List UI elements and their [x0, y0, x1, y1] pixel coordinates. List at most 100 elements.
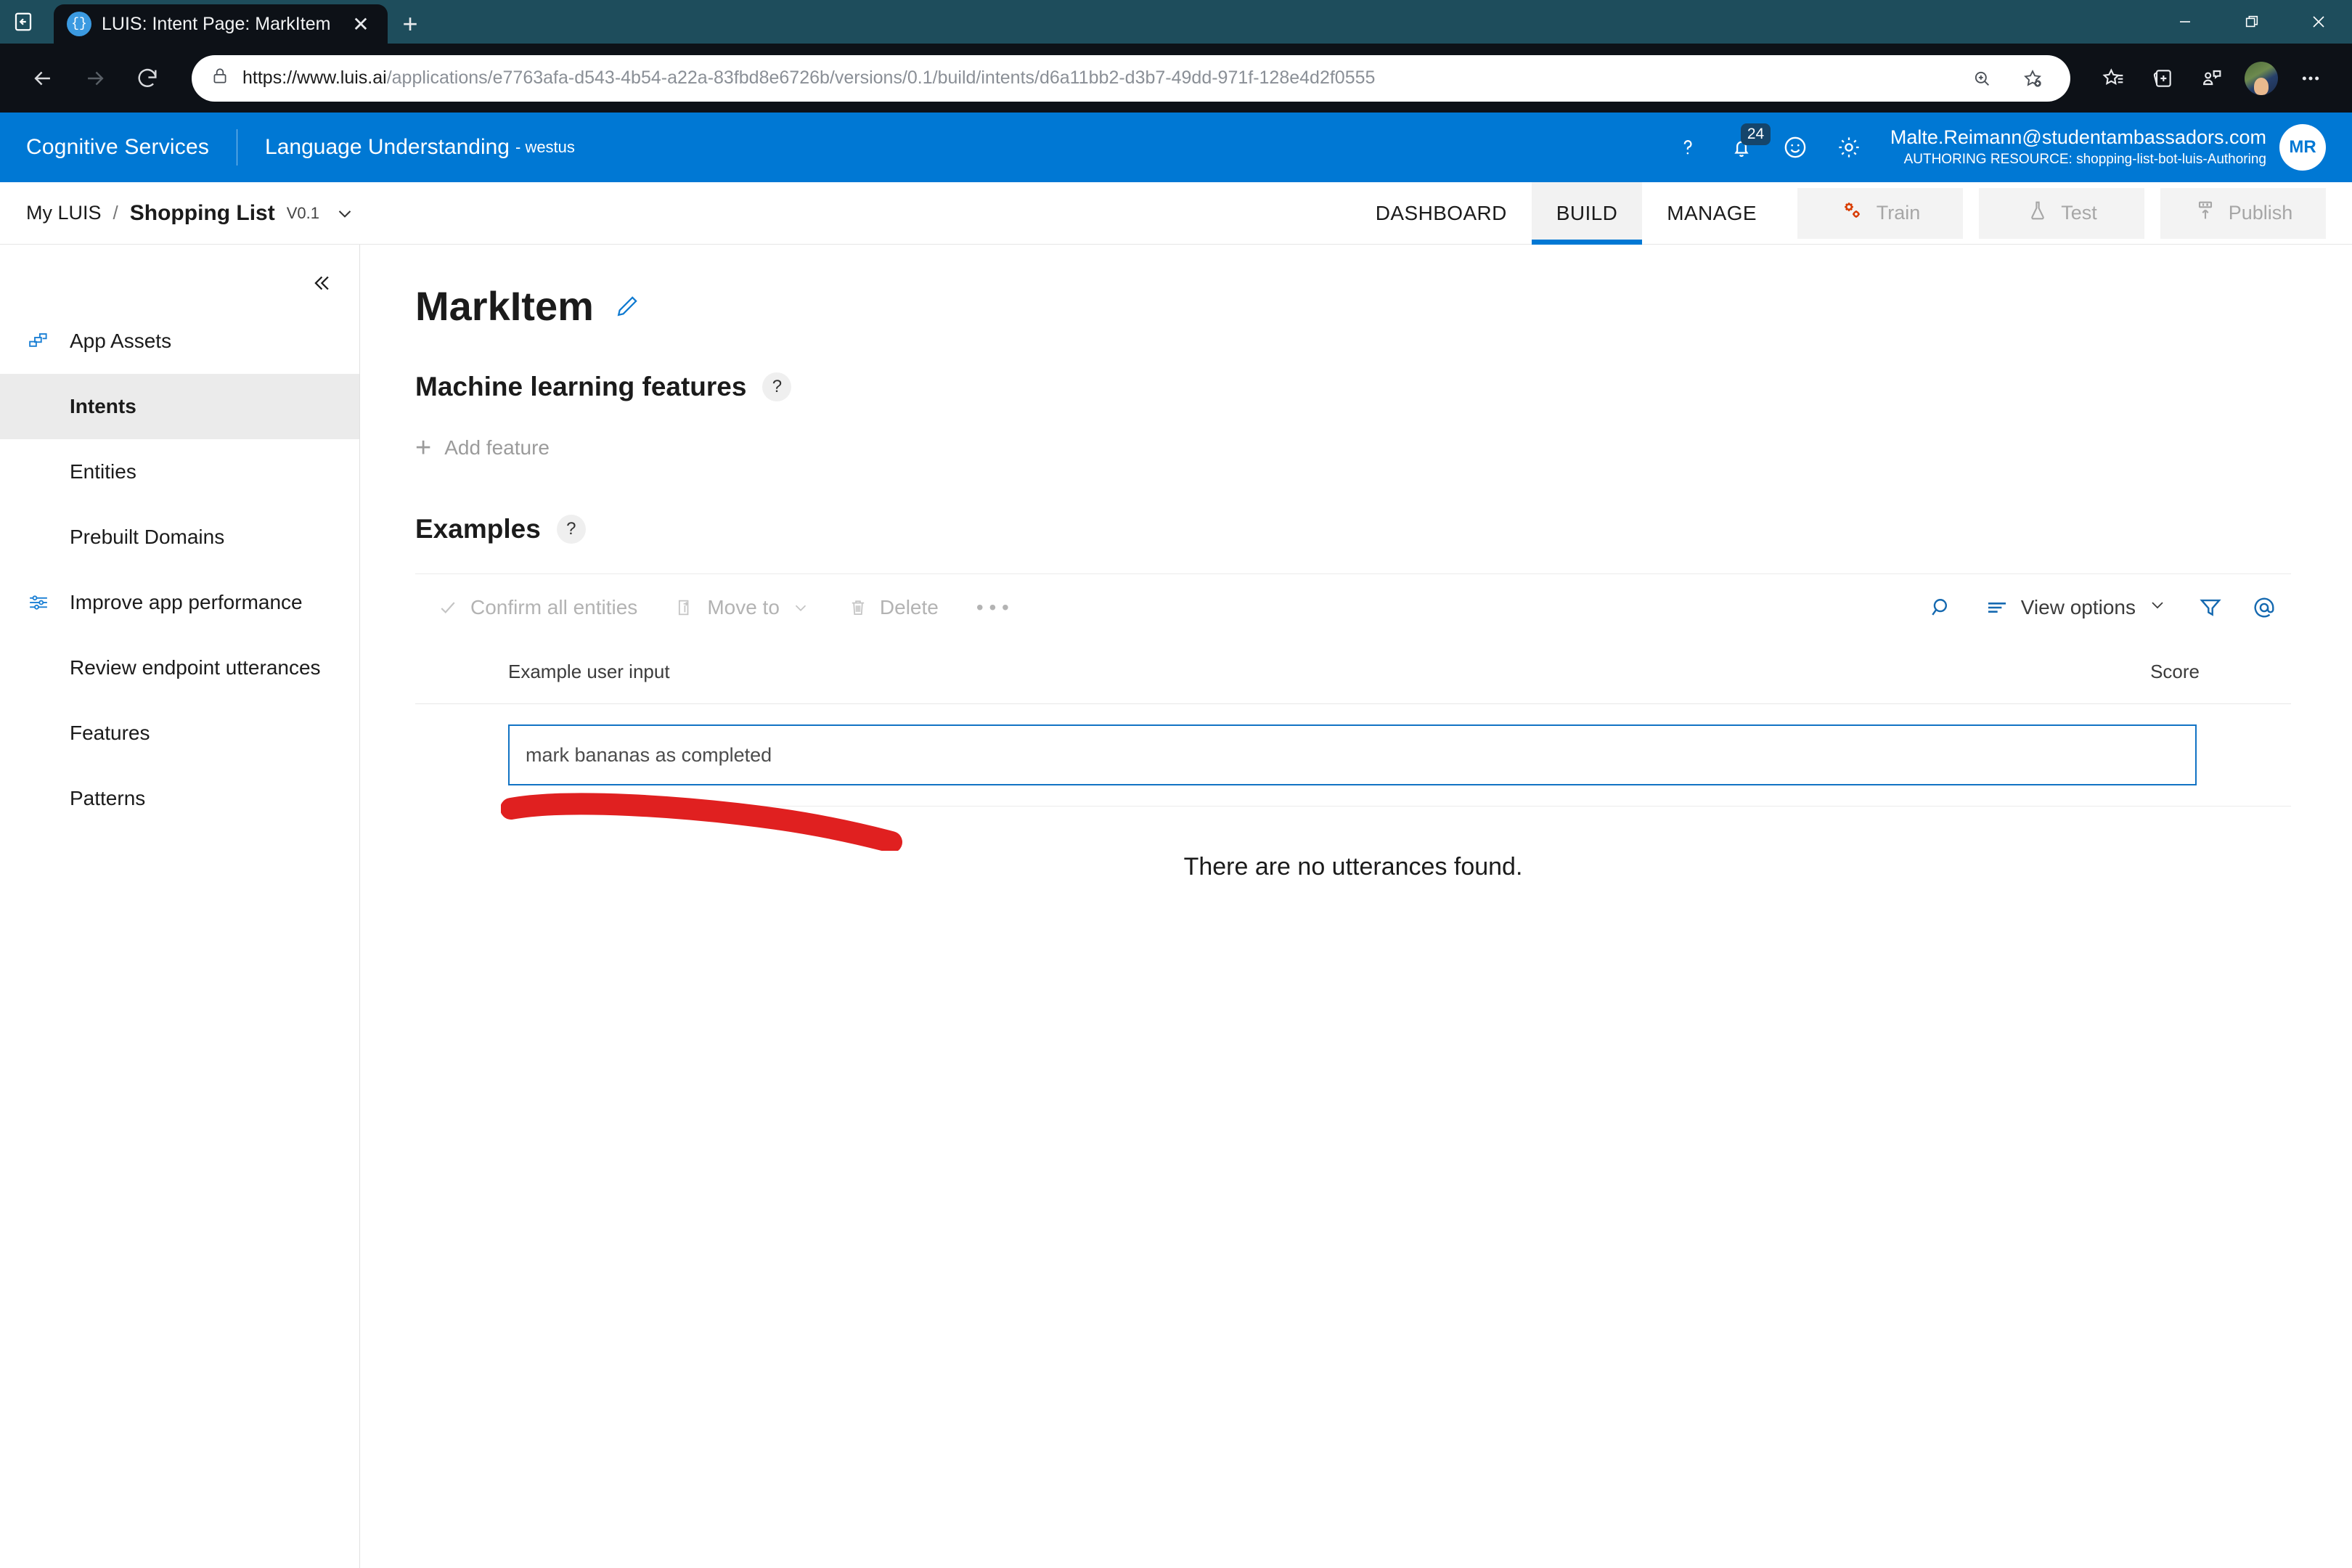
- tab-build[interactable]: BUILD: [1532, 182, 1642, 245]
- search-icon[interactable]: [1915, 581, 1969, 634]
- region-label: - westus: [515, 138, 575, 157]
- product-name[interactable]: Language Understanding: [265, 135, 510, 160]
- train-gears-icon: [1840, 198, 1865, 228]
- publish-button[interactable]: Publish: [2160, 188, 2326, 239]
- sidebar-item-improve-app-performance[interactable]: Improve app performance: [0, 570, 359, 635]
- close-icon[interactable]: ✕: [347, 10, 375, 38]
- sidebar-item-label: Features: [70, 722, 150, 745]
- new-tab-button[interactable]: +: [388, 4, 433, 44]
- url-host: https://www.luis.ai: [242, 68, 387, 88]
- move-to-button[interactable]: Move to: [656, 574, 829, 641]
- cognitive-services-link[interactable]: Cognitive Services: [26, 135, 209, 160]
- new-utterance-input[interactable]: [508, 724, 2197, 785]
- account-email: Malte.Reimann@studentambassadors.com: [1890, 126, 2266, 150]
- notification-count-badge: 24: [1741, 123, 1771, 145]
- url-path: /applications/e7763afa-d543-4b54-a22a-83…: [387, 68, 1376, 88]
- sidebar-collapse-row: [0, 258, 359, 309]
- sidebar-item-features[interactable]: Features: [0, 701, 359, 766]
- help-icon[interactable]: ?: [557, 515, 586, 544]
- sidebar-item-prebuilt-domains[interactable]: Prebuilt Domains: [0, 505, 359, 570]
- test-flask-icon: [2026, 199, 2049, 227]
- restore-icon[interactable]: [2218, 0, 2285, 44]
- ml-features-title: Machine learning features: [415, 372, 746, 402]
- examples-command-bar: Confirm all entities Move to: [415, 573, 2291, 640]
- more-options-button[interactable]: • • •: [957, 574, 1028, 641]
- settings-and-more-icon[interactable]: [2288, 56, 2333, 101]
- collections-icon[interactable]: [2140, 56, 2185, 101]
- smiley-icon[interactable]: [1768, 121, 1822, 174]
- new-utterance-row: [415, 704, 2291, 807]
- checkmark-icon: [437, 597, 459, 618]
- sidebar-item-app-assets[interactable]: App Assets: [0, 309, 359, 374]
- avatar[interactable]: MR: [2279, 124, 2326, 171]
- pencil-icon[interactable]: [614, 293, 640, 319]
- test-button[interactable]: Test: [1979, 188, 2144, 239]
- train-label: Train: [1877, 202, 1921, 224]
- move-to-icon: [675, 597, 695, 618]
- profile-picture: [2245, 62, 2278, 95]
- confirm-all-entities-button[interactable]: Confirm all entities: [415, 574, 656, 641]
- sidebar-item-patterns[interactable]: Patterns: [0, 766, 359, 831]
- reload-icon[interactable]: [123, 54, 171, 102]
- filter-funnel-icon[interactable]: [2184, 581, 2237, 634]
- plus-icon: +: [415, 434, 431, 462]
- app-body: App Assets Intents Entities Prebuilt Dom…: [0, 245, 2352, 1568]
- chevron-down-icon[interactable]: [334, 203, 356, 224]
- examples-title: Examples: [415, 514, 541, 544]
- address-bar-url: https://www.luis.ai/applications/e7763af…: [242, 68, 1950, 89]
- minimize-icon[interactable]: [2152, 0, 2218, 44]
- list-lines-icon: [1985, 595, 2009, 620]
- breadcrumb-app-name: Shopping List: [130, 201, 275, 226]
- back-arrow-icon[interactable]: [19, 54, 67, 102]
- view-options-button[interactable]: View options: [1969, 595, 2184, 620]
- address-bar[interactable]: https://www.luis.ai/applications/e7763af…: [192, 55, 2070, 102]
- add-favorite-icon[interactable]: [2014, 60, 2051, 97]
- help-icon[interactable]: ?: [762, 372, 791, 401]
- tab-dashboard[interactable]: DASHBOARD: [1351, 182, 1532, 245]
- train-button[interactable]: Train: [1797, 188, 1963, 239]
- account-info[interactable]: Malte.Reimann@studentambassadors.com AUT…: [1890, 126, 2266, 168]
- favorites-icon[interactable]: [2091, 56, 2136, 101]
- sidebar-item-label: Prebuilt Domains: [70, 526, 224, 549]
- question-mark-icon[interactable]: [1661, 121, 1715, 174]
- ml-features-header: Machine learning features ?: [415, 372, 2291, 402]
- breadcrumb-my-luis[interactable]: My LUIS: [26, 202, 102, 224]
- sidebar-item-label: Intents: [70, 395, 136, 418]
- lock-icon: [211, 67, 229, 89]
- trash-icon: [848, 597, 868, 618]
- at-sign-icon[interactable]: [2237, 581, 2291, 634]
- main-content: MarkItem Machine learning features ? + A…: [360, 245, 2352, 1568]
- sidebar-item-review-endpoint-utterances[interactable]: Review endpoint utterances: [0, 635, 359, 701]
- sliders-icon: [25, 592, 52, 613]
- notifications-bell-icon[interactable]: 24: [1715, 121, 1768, 174]
- command-bar-right: View options: [1915, 574, 2291, 641]
- browser-tab[interactable]: {} LUIS: Intent Page: MarkItem ✕: [54, 4, 388, 44]
- sidebar-item-intents[interactable]: Intents: [0, 374, 359, 439]
- browser-title-bar: {} LUIS: Intent Page: MarkItem ✕ +: [0, 0, 2352, 44]
- app-navigation-bar: My LUIS / Shopping List V0.1 DASHBOARD B…: [0, 182, 2352, 245]
- move-to-label: Move to: [707, 596, 780, 619]
- add-feature-label: Add feature: [444, 436, 550, 460]
- sidebar-item-label: App Assets: [70, 330, 171, 353]
- sidebar-item-entities[interactable]: Entities: [0, 439, 359, 505]
- confirm-all-entities-label: Confirm all entities: [470, 596, 637, 619]
- sidebar-item-label: Improve app performance: [70, 591, 303, 614]
- zoom-in-icon[interactable]: [1963, 60, 2001, 97]
- app-version-label: V0.1: [287, 204, 319, 223]
- forward-arrow-icon[interactable]: [71, 54, 119, 102]
- double-chevron-left-icon[interactable]: [309, 271, 333, 295]
- gear-icon[interactable]: [1822, 121, 1876, 174]
- window-controls: [2152, 0, 2352, 44]
- tab-actions-icon[interactable]: [0, 0, 46, 44]
- delete-button[interactable]: Delete: [829, 574, 957, 641]
- tab-manage[interactable]: MANAGE: [1642, 182, 1781, 245]
- window-close-icon[interactable]: [2285, 0, 2352, 44]
- publish-label: Publish: [2229, 202, 2293, 224]
- row-divider: [508, 806, 2291, 807]
- sidebar: App Assets Intents Entities Prebuilt Dom…: [0, 245, 360, 1568]
- add-feature-button[interactable]: + Add feature: [415, 434, 2291, 462]
- luis-top-header: Cognitive Services Language Understandin…: [0, 113, 2352, 182]
- delete-label: Delete: [880, 596, 939, 619]
- browser-essentials-icon[interactable]: [2189, 56, 2234, 101]
- profile-avatar[interactable]: [2239, 56, 2284, 101]
